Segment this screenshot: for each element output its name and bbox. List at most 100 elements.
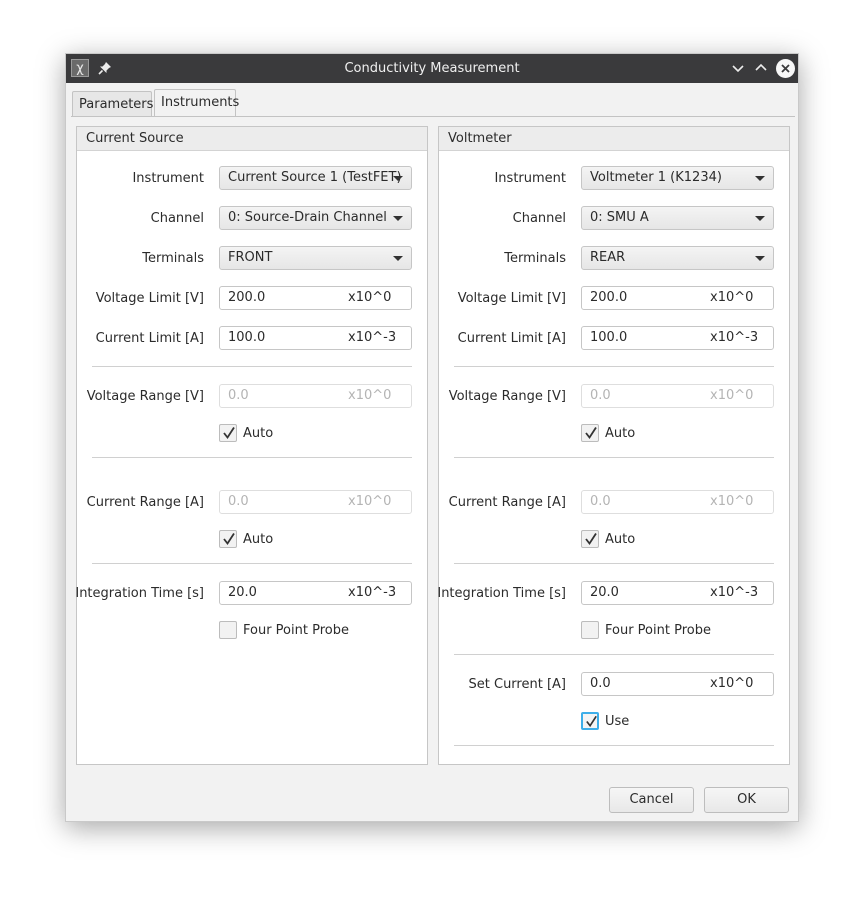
cancel-button[interactable]: Cancel [609,787,694,813]
dropdown-arrow-icon [393,256,403,261]
terminals-select[interactable]: REAR [581,246,774,270]
integration-time-label: Integration Time [s] [75,586,204,601]
tab-instruments[interactable]: Instruments [154,89,239,117]
channel-label: Channel [150,211,204,226]
voltage-range-label: Voltage Range [V] [86,389,204,404]
dropdown-arrow-icon [755,216,765,221]
field-unit: x10^-3 [348,585,397,600]
field-value: 0.0 [590,494,611,509]
field-unit: x10^0 [710,676,754,691]
instrument-select[interactable]: Current Source 1 (TestFET) [219,166,412,190]
field-unit: x10^0 [710,388,754,403]
field-value: 0.0 [590,676,611,691]
field-unit: x10^0 [710,494,754,509]
instrument-label: Instrument [132,171,204,186]
current-auto-label[interactable]: Auto [605,532,635,547]
four-point-probe-label[interactable]: Four Point Probe [243,623,349,638]
field-value: 200.0 [228,290,266,305]
separator [92,563,412,564]
field-value: 200.0 [590,290,628,305]
current-auto-checkbox[interactable] [219,530,237,548]
field-value: 100.0 [590,330,628,345]
integration-time-label: Integration Time [s] [437,586,566,601]
current-limit-field[interactable]: 100.0 x10^-3 [219,326,412,350]
instrument-select[interactable]: Voltmeter 1 (K1234) [581,166,774,190]
close-button[interactable] [776,59,795,78]
current-range-label: Current Range [A] [86,495,204,510]
ok-button[interactable]: OK [704,787,789,813]
set-current-label: Set Current [A] [468,677,566,692]
title-bar[interactable]: χ Conductivity Measurement [66,54,798,83]
use-label[interactable]: Use [605,714,629,729]
integration-time-field[interactable]: 20.0 x10^-3 [581,581,774,605]
field-unit: x10^0 [348,494,392,509]
field-value: 0.0 [228,494,249,509]
current-limit-field[interactable]: 100.0 x10^-3 [581,326,774,350]
separator [92,366,412,367]
voltage-range-field: 0.0 x10^0 [581,384,774,408]
voltage-auto-checkbox[interactable] [581,424,599,442]
field-value: 20.0 [228,585,257,600]
field-value: 0.0 [228,388,249,403]
tab-parameters[interactable]: Parameters [72,91,153,117]
terminals-select-value: FRONT [228,250,273,265]
channel-select[interactable]: 0: Source-Drain Channel [219,206,412,230]
dropdown-arrow-icon [755,176,765,181]
voltage-range-label: Voltage Range [V] [448,389,566,404]
four-point-probe-checkbox[interactable] [581,621,599,639]
panel-header: Voltmeter [439,127,789,151]
current-auto-label[interactable]: Auto [243,532,273,547]
field-value: 20.0 [590,585,619,600]
field-unit: x10^-3 [710,330,759,345]
field-value: 100.0 [228,330,266,345]
voltage-range-field: 0.0 x10^0 [219,384,412,408]
panel-header: Current Source [77,127,427,151]
instrument-select-value: Voltmeter 1 (K1234) [590,170,722,185]
dropdown-arrow-icon [393,216,403,221]
use-checkbox[interactable] [581,712,599,730]
dialog-window: χ Conductivity Measurement Parameters In… [65,53,799,822]
current-auto-checkbox[interactable] [581,530,599,548]
voltage-auto-label[interactable]: Auto [605,426,635,441]
separator [454,366,774,367]
set-current-field[interactable]: 0.0 x10^0 [581,672,774,696]
field-unit: x10^0 [348,290,392,305]
dropdown-arrow-icon [755,256,765,261]
separator [92,457,412,458]
tab-divider [71,116,795,117]
separator [454,745,774,746]
voltage-limit-field[interactable]: 200.0 x10^0 [581,286,774,310]
separator [454,654,774,655]
four-point-probe-checkbox[interactable] [219,621,237,639]
checkmark-icon [585,427,597,440]
field-unit: x10^-3 [710,585,759,600]
terminals-select[interactable]: FRONT [219,246,412,270]
channel-select-value: 0: SMU A [590,210,649,225]
field-value: 0.0 [590,388,611,403]
field-unit: x10^-3 [348,330,397,345]
channel-select-value: 0: Source-Drain Channel [228,210,387,225]
window-title: Conductivity Measurement [344,61,520,76]
four-point-probe-label[interactable]: Four Point Probe [605,623,711,638]
voltage-auto-checkbox[interactable] [219,424,237,442]
terminals-label: Terminals [504,251,566,266]
current-limit-label: Current Limit [A] [95,331,204,346]
current-range-label: Current Range [A] [448,495,566,510]
voltage-auto-label[interactable]: Auto [243,426,273,441]
minimize-icon[interactable] [729,59,747,77]
close-icon [781,64,790,73]
checkmark-icon [223,427,235,440]
checkmark-icon [586,715,597,728]
separator [454,457,774,458]
current-range-field: 0.0 x10^0 [581,490,774,514]
voltage-limit-field[interactable]: 200.0 x10^0 [219,286,412,310]
current-limit-label: Current Limit [A] [457,331,566,346]
checkmark-icon [585,533,597,546]
instrument-label: Instrument [494,171,566,186]
field-unit: x10^0 [348,388,392,403]
terminals-select-value: REAR [590,250,626,265]
channel-select[interactable]: 0: SMU A [581,206,774,230]
integration-time-field[interactable]: 20.0 x10^-3 [219,581,412,605]
channel-label: Channel [512,211,566,226]
maximize-icon[interactable] [752,59,770,77]
